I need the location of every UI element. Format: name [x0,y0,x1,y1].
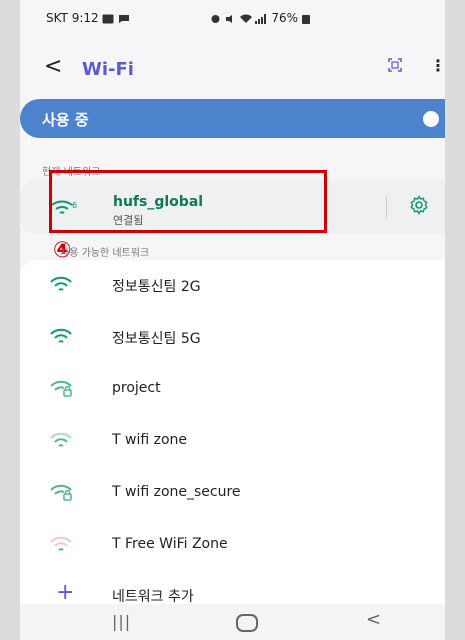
network-name: project [112,380,161,396]
list-item[interactable]: T wifi zone [20,416,445,468]
list-item[interactable]: T Free WiFi Zone [20,520,445,572]
wifi-icon [50,276,72,291]
signal-icon [255,13,267,24]
status-time: SKT 9:12 [46,11,99,25]
list-item[interactable]: project [20,364,445,416]
phone-screen: SKT 9:12 76% < Wi-Fi ⋮ 사용 중 현재 네트워크 6 hu… [20,0,445,640]
network-name: 정보통신팀 2G [112,279,201,295]
back-button[interactable]: < [44,54,62,79]
page-title: Wi-Fi [82,59,134,80]
annotation-highlight-box [49,170,327,233]
add-network-label: 네트워크 추가 [112,589,194,605]
wifi-toggle-row[interactable]: 사용 중 [20,99,445,138]
network-name: 정보통신팀 5G [112,331,201,347]
recents-button[interactable]: ||| [112,612,131,631]
plus-icon: + [56,580,75,605]
network-name: T wifi zone [112,432,188,448]
navigation-bar: ||| < [20,604,445,640]
list-item[interactable]: 정보통신팀 5G [20,312,445,364]
gallery-icon [102,14,114,23]
battery-icon [301,14,310,24]
wifi-icon [50,328,72,343]
status-bar: SKT 9:12 76% [20,0,445,36]
message-icon [119,14,130,23]
wifi-toggle-label: 사용 중 [42,111,89,129]
list-item[interactable]: 정보통신팀 2G [20,260,445,312]
wifi-toggle-switch[interactable] [423,111,439,127]
home-button[interactable] [236,614,258,632]
wifi-status-icon [239,14,252,23]
wifi-icon [50,432,72,447]
app-bar: < Wi-Fi ⋮ [20,52,445,92]
divider [386,196,387,218]
wifi-lock-icon [50,380,72,397]
battery-percent: 76% [271,11,298,25]
mute-icon [225,14,232,23]
network-name: T wifi zone_secure [112,484,241,500]
status-left: SKT 9:12 [46,11,130,25]
available-networks-section-label: 사용 가능한 네트워크 [60,248,150,259]
list-item[interactable]: T wifi zone_secure [20,468,445,520]
qr-scan-icon[interactable] [388,58,402,72]
wifi-weak-icon [50,536,72,551]
gear-icon[interactable] [409,195,429,215]
alarm-icon [211,14,220,23]
wifi-lock-icon [50,484,72,501]
available-networks-list: 정보통신팀 2G 정보통신팀 5G project T wifi zone T … [20,260,445,640]
more-options-button[interactable]: ⋮ [430,56,445,75]
network-name: T Free WiFi Zone [112,536,228,552]
nav-back-button[interactable]: < [366,609,381,630]
status-right: 76% [210,11,310,25]
